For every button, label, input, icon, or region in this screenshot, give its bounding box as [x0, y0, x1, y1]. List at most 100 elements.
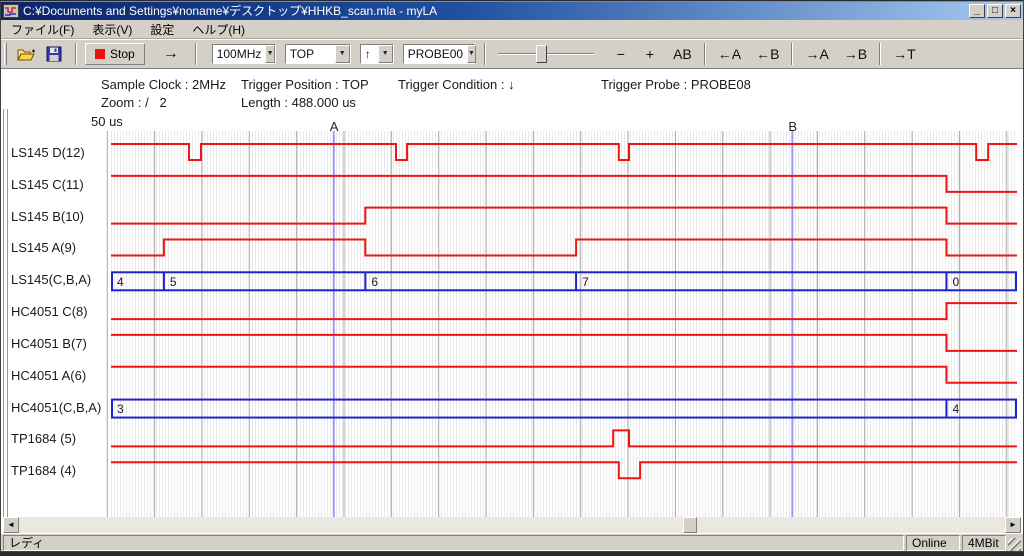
- combo-arrow-glyph: ▼: [382, 50, 389, 57]
- menu-help[interactable]: ヘルプ(H): [183, 19, 254, 40]
- folder-open-icon: [17, 47, 36, 62]
- waveform-canvas: 4567034: [111, 131, 1017, 517]
- scroll-left-icon: ◄: [7, 520, 15, 529]
- close-button[interactable]: ×: [1005, 4, 1021, 18]
- trigger-probe-value: PROBE00: [404, 45, 467, 63]
- length-info: Length : 488.000 us: [241, 95, 356, 110]
- menu-view[interactable]: 表示(V): [83, 19, 141, 40]
- horizontal-scrollbar[interactable]: ◄ ►: [3, 517, 1021, 533]
- trigger-probe-info: Trigger Probe : PROBE08: [601, 77, 751, 92]
- app-icon: [3, 4, 19, 18]
- waveform-plot[interactable]: 4567034: [111, 131, 1017, 517]
- waveform-trace: [111, 144, 1017, 160]
- trigger-edge-value: ↑: [361, 45, 375, 63]
- channel-label: LS145 C(11): [11, 177, 84, 192]
- channel-label: LS145(C,B,A): [11, 272, 91, 287]
- status-bar: レディ Online 4MBit: [1, 533, 1023, 552]
- title-bar: C:¥Documents and Settings¥noname¥デスクトップ¥…: [1, 2, 1023, 20]
- scroll-right-button[interactable]: ►: [1005, 517, 1021, 533]
- zoom-out-button[interactable]: −: [612, 44, 630, 64]
- app-window: C:¥Documents and Settings¥noname¥デスクトップ¥…: [0, 1, 1024, 552]
- sample-clock-value: 100MHz: [213, 45, 266, 63]
- chevron-down-icon[interactable]: ▼: [378, 45, 393, 63]
- zoom-info: Zoom : / 2: [101, 95, 167, 110]
- time-scale-label: 50 us: [91, 114, 123, 129]
- zoom-slider[interactable]: [498, 43, 594, 65]
- move-cursor-b-left-button[interactable]: ←B: [751, 44, 784, 64]
- waveform-trace: [111, 176, 1017, 192]
- toolbar-separator: [195, 43, 197, 65]
- waveform-trace: [111, 430, 1017, 446]
- open-file-button[interactable]: [14, 42, 38, 66]
- resize-grip[interactable]: [1008, 538, 1021, 551]
- bus-value: 4: [117, 275, 124, 289]
- toolbar-separator: [879, 43, 881, 65]
- trigger-position-value: TOP: [286, 45, 318, 63]
- window-title: C:¥Documents and Settings¥noname¥デスクトップ¥…: [23, 3, 967, 19]
- waveform-view: Sample Clock : 2MHz Trigger Position : T…: [1, 69, 1023, 533]
- bus-frame: [112, 272, 1016, 290]
- toolbar-separator: [704, 43, 706, 65]
- toolbar-separator: [791, 43, 793, 65]
- stop-button[interactable]: Stop: [85, 43, 145, 65]
- bus-value: 3: [117, 402, 124, 416]
- scroll-right-icon: ►: [1009, 520, 1017, 529]
- label-pane-splitter[interactable]: [3, 109, 8, 521]
- move-cursor-a-left-button[interactable]: ←A: [713, 44, 746, 64]
- combo-arrow-glyph: ▼: [267, 50, 274, 57]
- combo-arrow-glyph: ▼: [339, 50, 346, 57]
- bus-value: 6: [371, 275, 378, 289]
- channel-label: LS145 B(10): [11, 209, 84, 224]
- online-indicator: Online: [906, 535, 960, 551]
- waveform-trace: [111, 239, 1017, 255]
- channel-label: HC4051 C(8): [11, 304, 88, 319]
- waveform-trace: [111, 208, 1017, 224]
- bus-value: 0: [952, 275, 959, 289]
- menu-settings[interactable]: 設定: [141, 19, 183, 40]
- sample-clock-info: Sample Clock : 2MHz: [101, 77, 226, 92]
- channel-label: LS145 D(12): [11, 145, 85, 160]
- scroll-left-button[interactable]: ◄: [3, 517, 19, 533]
- trigger-position-info: Trigger Position : TOP: [241, 77, 369, 92]
- zoom-in-button[interactable]: +: [641, 44, 659, 64]
- status-message: レディ: [3, 535, 904, 551]
- combo-arrow-glyph: ▼: [468, 50, 475, 57]
- save-file-button[interactable]: [42, 42, 66, 66]
- scrollbar-thumb[interactable]: [683, 517, 697, 533]
- channel-label: HC4051(C,B,A): [11, 400, 101, 415]
- waveform-trace: [111, 462, 1017, 478]
- run-button[interactable]: →: [158, 43, 184, 65]
- bus-value: 5: [170, 275, 177, 289]
- sample-clock-combo[interactable]: 100MHz ▼: [212, 44, 276, 64]
- trigger-position-combo[interactable]: TOP ▼: [285, 44, 351, 64]
- bus-frame: [112, 400, 1016, 418]
- toolbar-separator: [75, 43, 77, 65]
- trigger-edge-combo[interactable]: ↑ ▼: [360, 44, 394, 64]
- channel-label: TP1684 (4): [11, 463, 76, 478]
- ab-range-button[interactable]: AB: [668, 44, 697, 64]
- channel-label: HC4051 B(7): [11, 336, 87, 351]
- memory-indicator: 4MBit: [962, 535, 1006, 551]
- menu-file[interactable]: ファイル(F): [2, 19, 83, 40]
- waveform-trace: [111, 303, 1017, 319]
- stop-label: Stop: [110, 47, 135, 61]
- channel-label: LS145 A(9): [11, 240, 76, 255]
- channel-label: TP1684 (5): [11, 431, 76, 446]
- chevron-down-icon[interactable]: ▼: [265, 45, 274, 63]
- move-cursor-b-right-button[interactable]: →B: [839, 44, 872, 64]
- goto-trigger-button[interactable]: →T: [888, 44, 921, 64]
- trigger-probe-combo[interactable]: PROBE00 ▼: [403, 44, 475, 64]
- chevron-down-icon[interactable]: ▼: [467, 45, 476, 63]
- maximize-button[interactable]: □: [987, 4, 1003, 18]
- waveform-trace: [111, 335, 1017, 351]
- zoom-slider-thumb[interactable]: [536, 45, 547, 63]
- toolbar: Stop → 100MHz ▼ TOP ▼ ↑ ▼ PROBE00 ▼ − +: [1, 39, 1023, 69]
- chevron-down-icon[interactable]: ▼: [335, 45, 350, 63]
- floppy-disk-icon: [46, 46, 62, 62]
- waveform-trace: [111, 367, 1017, 383]
- move-cursor-a-right-button[interactable]: →A: [800, 44, 833, 64]
- trigger-condition-info: Trigger Condition : ↓: [398, 77, 515, 92]
- toolbar-grip: [4, 43, 7, 65]
- menu-bar: ファイル(F) 表示(V) 設定 ヘルプ(H): [1, 20, 1023, 39]
- minimize-button[interactable]: _: [969, 4, 985, 18]
